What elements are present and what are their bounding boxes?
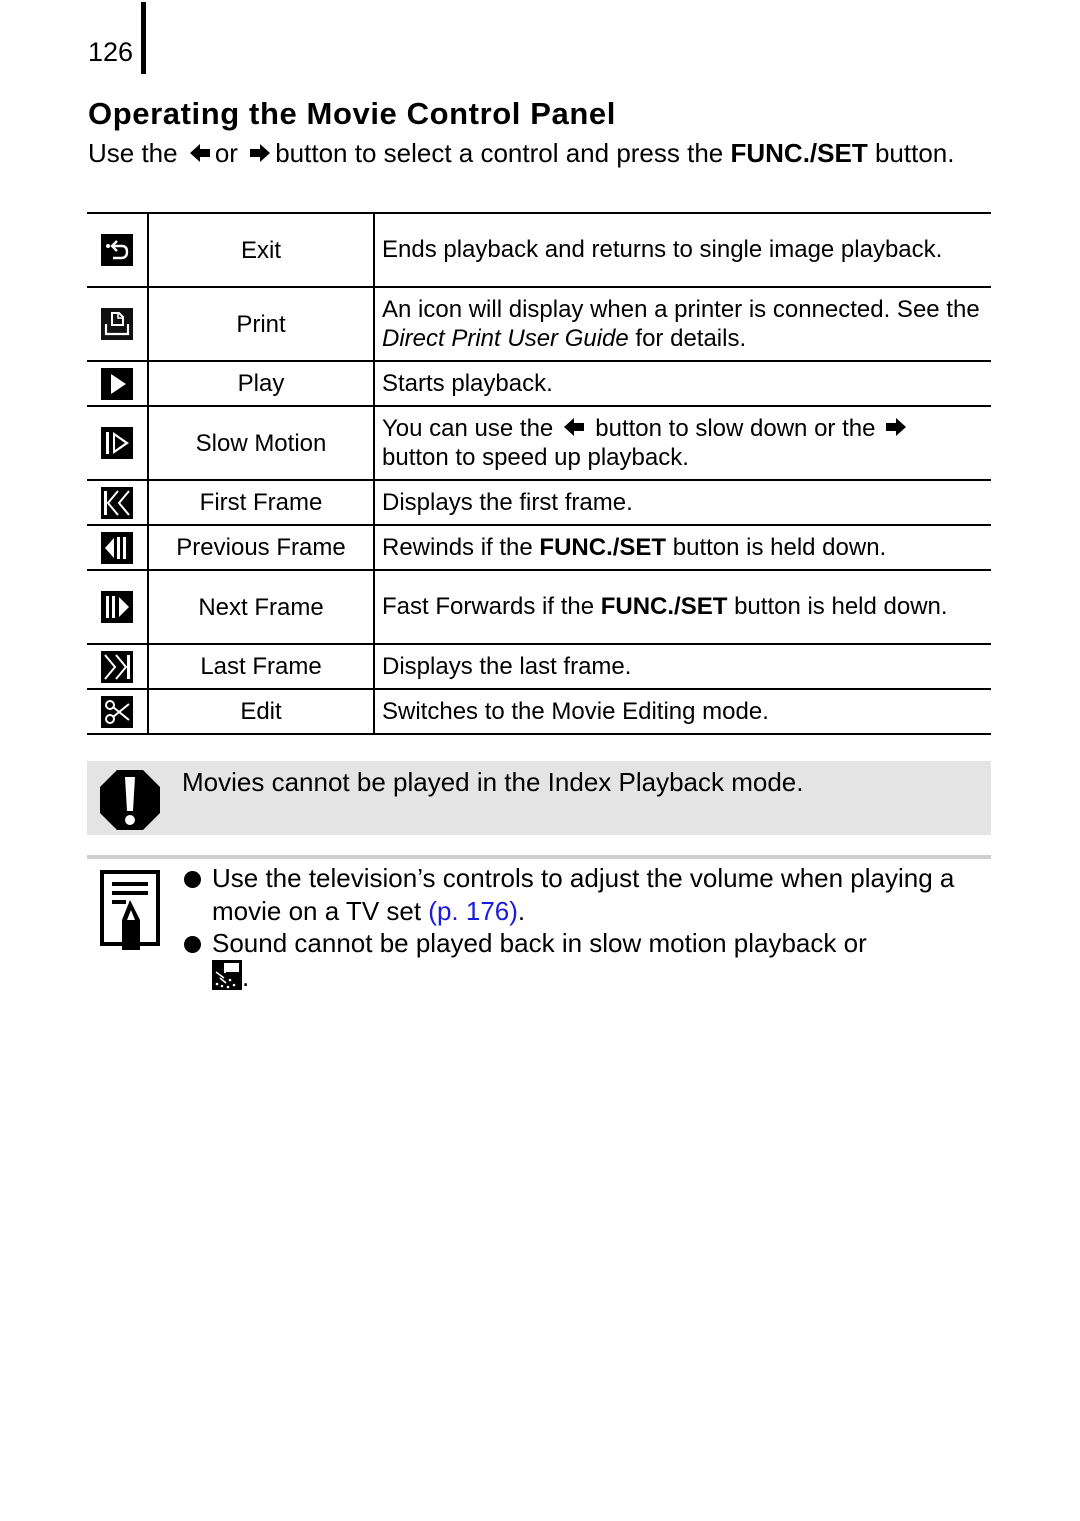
table-row: Previous Frame Rewinds if the FUNC./SET …	[87, 524, 991, 571]
intro-text: button to select a control and press the	[275, 138, 724, 168]
intro-paragraph: Use the or button to select a control an…	[88, 137, 988, 170]
func-set-label: FUNC./SET	[730, 138, 868, 168]
table-row: First Frame Displays the first frame.	[87, 479, 991, 526]
right-arrow-icon	[886, 417, 907, 436]
intro-text: button.	[874, 138, 955, 168]
intro-text: or	[214, 138, 238, 168]
bullet-icon	[184, 871, 201, 888]
func-set-label: FUNC./SET	[600, 593, 728, 620]
control-description: Switches to the Movie Editing mode.	[374, 688, 991, 735]
control-name: Next Frame	[148, 569, 375, 645]
slow-motion-icon	[101, 427, 133, 459]
previous-frame-icon	[101, 531, 133, 564]
next-frame-icon	[101, 591, 133, 623]
bullet-icon	[184, 936, 201, 953]
page-title: Operating the Movie Control Panel	[88, 96, 616, 131]
control-description: You can use the button to slow down or th…	[374, 405, 991, 481]
note-icon	[100, 870, 160, 950]
mode-icon	[212, 959, 242, 990]
control-name: Slow Motion	[148, 405, 375, 481]
control-name: Play	[148, 360, 375, 407]
first-frame-icon	[101, 486, 133, 519]
control-name: Last Frame	[148, 643, 375, 690]
movie-control-table: Exit Ends playback and returns to single…	[87, 212, 991, 735]
list-item: Use the television’s controls to adjust …	[182, 862, 982, 927]
table-row: Edit Switches to the Movie Editing mode.	[87, 688, 991, 735]
control-name: Edit	[148, 688, 375, 735]
edit-icon	[101, 695, 133, 728]
table-row: Next Frame Fast Forwards if the FUNC./SE…	[87, 569, 991, 645]
control-name: Exit	[148, 212, 375, 288]
exit-icon	[101, 234, 133, 266]
play-icon	[101, 367, 133, 400]
control-description: Displays the first frame.	[374, 479, 991, 526]
table-row: Play Starts playback.	[87, 360, 991, 407]
caution-text: Movies cannot be played in the Index Pla…	[182, 767, 804, 797]
note-list: Use the television’s controls to adjust …	[182, 862, 982, 993]
right-arrow-icon	[250, 144, 271, 162]
left-arrow-icon	[189, 144, 210, 162]
control-description: Rewinds if the FUNC./SET button is held …	[374, 524, 991, 571]
table-row: Exit Ends playback and returns to single…	[87, 212, 991, 288]
guide-title: Direct Print User Guide	[382, 324, 629, 352]
control-description: Starts playback.	[374, 360, 991, 407]
table-row: Slow Motion You can use the button to slo…	[87, 405, 991, 481]
table-row: Print An icon will display when a printe…	[87, 286, 991, 362]
func-set-label: FUNC./SET	[539, 533, 667, 561]
intro-text: Use the	[88, 138, 178, 168]
control-name: First Frame	[148, 479, 375, 526]
page-reference-link[interactable]: (p. 176)	[428, 896, 518, 926]
print-icon	[101, 308, 133, 340]
control-description: Fast Forwards if the FUNC./SET button is…	[374, 569, 991, 645]
caution-box: Movies cannot be played in the Index Pla…	[87, 761, 991, 835]
control-description: Displays the last frame.	[374, 643, 991, 690]
caution-icon	[100, 770, 160, 830]
page-number-bar	[141, 2, 146, 74]
control-name: Print	[148, 286, 375, 362]
control-description: Ends playback and returns to single imag…	[374, 212, 991, 288]
page-number: 126	[88, 37, 134, 67]
control-description: An icon will display when a printer is c…	[374, 286, 991, 362]
table-row: Last Frame Displays the last frame.	[87, 643, 991, 690]
last-frame-icon	[101, 650, 133, 683]
control-name: Previous Frame	[148, 524, 375, 571]
left-arrow-icon	[564, 417, 585, 436]
note-divider	[87, 855, 991, 859]
list-item: Sound cannot be played back in slow moti…	[182, 927, 982, 993]
